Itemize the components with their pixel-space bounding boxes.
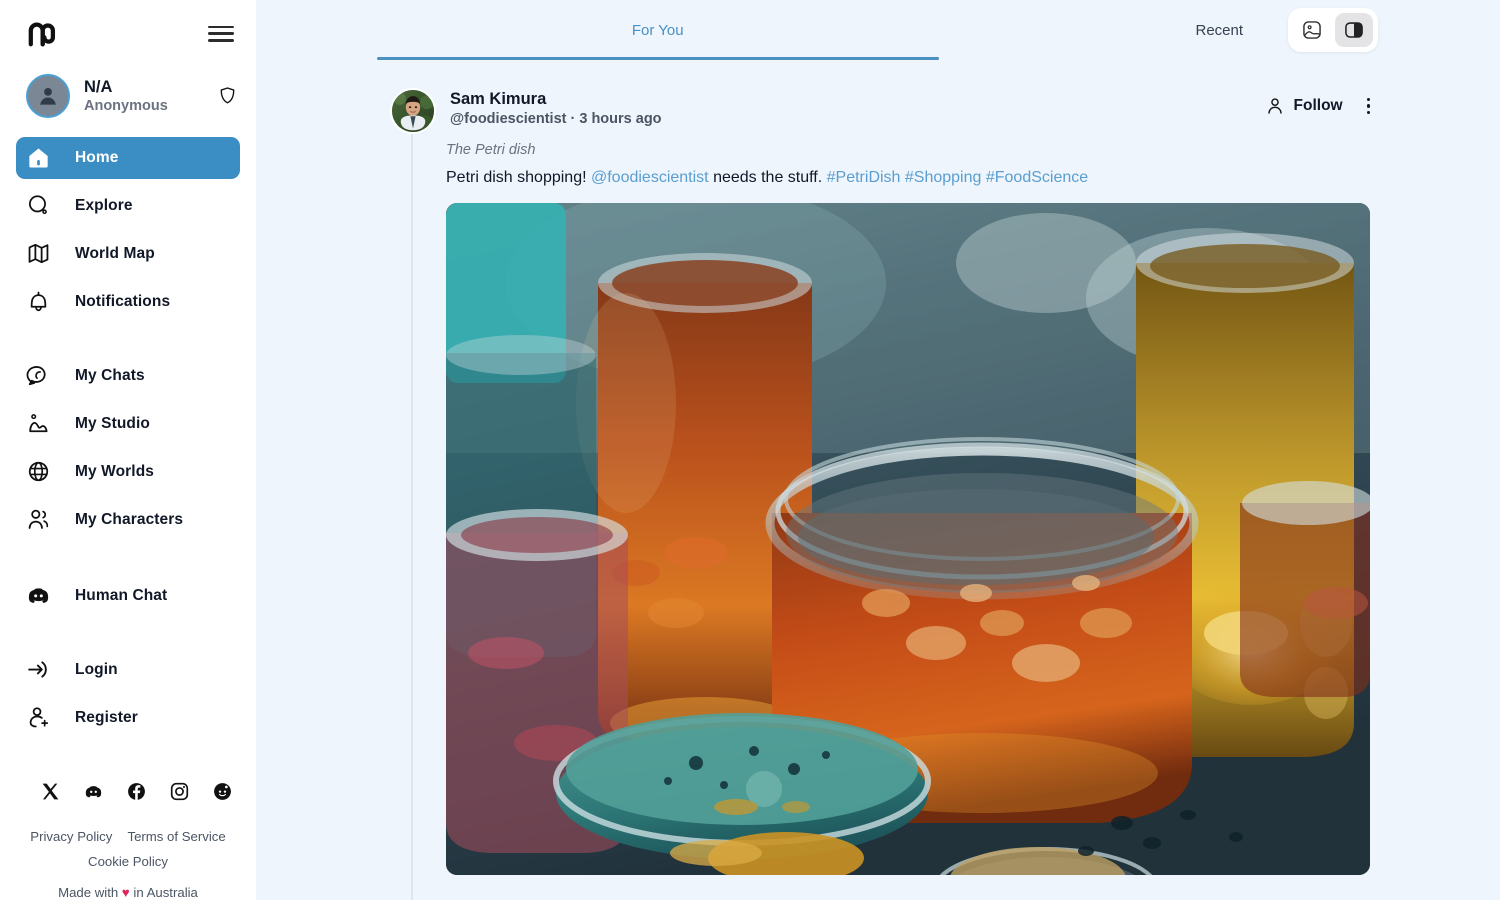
image-studio-icon xyxy=(29,414,48,433)
made-with-suffix: in Australia xyxy=(129,884,198,900)
post-card: Sam Kimura @foodiescientist · 3 hours ag… xyxy=(390,60,1500,876)
home-icon xyxy=(29,148,48,168)
post-mention[interactable]: @foodiescientist xyxy=(591,169,709,186)
post-image[interactable] xyxy=(446,203,1370,876)
terms-of-service-link[interactable]: Terms of Service xyxy=(127,829,225,844)
post-text: Petri dish shopping! @foodiescientist ne… xyxy=(446,166,1370,189)
profile-text: N/A Anonymous xyxy=(84,77,205,116)
sidebar-item-home[interactable]: Home xyxy=(16,136,240,179)
sidebar-item-label: My Characters xyxy=(75,510,184,528)
image-view-icon xyxy=(1303,21,1321,39)
reddit-icon[interactable] xyxy=(212,781,233,802)
sidebar-item-label: Login xyxy=(75,660,118,678)
sidebar-item-label: Notifications xyxy=(75,292,171,310)
discord-icon xyxy=(28,588,49,604)
main-content: For You Recent Sam Kimura @foodiescienti… xyxy=(256,0,1500,900)
social-links xyxy=(0,773,256,810)
author-avatar[interactable] xyxy=(390,88,436,134)
follow-label: Follow xyxy=(1293,97,1343,115)
cookie-policy-link[interactable]: Cookie Policy xyxy=(88,854,168,869)
image-view-button[interactable] xyxy=(1293,13,1331,47)
meta-separator: · xyxy=(566,111,580,128)
bell-icon xyxy=(30,291,47,312)
sidebar-item-label: My Worlds xyxy=(75,462,154,480)
post-timestamp: 3 hours ago xyxy=(579,111,662,128)
sidebar-item-notifications[interactable]: Notifications xyxy=(16,281,240,323)
nav-divider-gap xyxy=(16,623,240,649)
post-text-before: Petri dish shopping! xyxy=(446,169,591,186)
discord-icon[interactable] xyxy=(83,781,104,802)
post-header: Sam Kimura @foodiescientist · 3 hours ag… xyxy=(390,88,1500,134)
login-arrow-icon xyxy=(28,661,47,678)
tab-label: Recent xyxy=(1195,21,1244,39)
post-author-block: Sam Kimura @foodiescientist · 3 hours ag… xyxy=(450,88,1265,130)
privacy-policy-link[interactable]: Privacy Policy xyxy=(30,829,112,844)
panel-view-button[interactable] xyxy=(1335,13,1373,47)
tab-label: For You xyxy=(631,21,684,39)
sidebar-item-world-map[interactable]: World Map xyxy=(16,233,240,275)
chat-bubble-icon xyxy=(26,366,46,386)
sidebar-item-label: Register xyxy=(75,708,138,726)
user-profile[interactable]: N/A Anonymous xyxy=(0,67,256,125)
sidebar-item-label: My Chats xyxy=(75,366,145,384)
profile-subtitle: Anonymous xyxy=(84,98,168,115)
facebook-icon[interactable] xyxy=(126,781,147,802)
post-author-name[interactable]: Sam Kimura xyxy=(450,88,1265,110)
sidebar-item-label: Home xyxy=(75,148,119,166)
sidebar: N/A Anonymous Home Explore World Map Not… xyxy=(0,0,256,900)
sidebar-item-label: Human Chat xyxy=(75,586,168,604)
sidebar-item-my-studio[interactable]: My Studio xyxy=(16,403,240,445)
search-icon xyxy=(28,195,47,215)
profile-name: N/A xyxy=(84,77,113,96)
nav-divider-gap xyxy=(16,329,240,355)
person-avatar-icon xyxy=(40,87,56,105)
made-with-prefix: Made with xyxy=(58,884,122,900)
view-mode-toggle xyxy=(1288,8,1378,52)
nav-divider-gap xyxy=(16,547,240,575)
x-twitter-icon[interactable] xyxy=(40,781,61,802)
app-logo[interactable] xyxy=(24,17,58,51)
instagram-icon[interactable] xyxy=(169,781,190,802)
users-icon xyxy=(28,510,49,530)
post-actions: Follow xyxy=(1265,94,1376,118)
post-title: The Petri dish xyxy=(446,142,536,158)
tab-recent[interactable]: Recent xyxy=(939,0,1500,60)
sidebar-item-my-characters[interactable]: My Characters xyxy=(16,499,240,541)
sidebar-item-my-chats[interactable]: My Chats xyxy=(16,355,240,397)
petri-dishes-and-jars-photo xyxy=(446,203,1370,876)
topbar: For You Recent xyxy=(256,0,1500,60)
sidebar-item-label: World Map xyxy=(75,244,155,262)
follow-button[interactable]: Follow xyxy=(1265,96,1343,116)
sidebar-item-human-chat[interactable]: Human Chat xyxy=(16,575,240,617)
sidebar-item-login[interactable]: Login xyxy=(16,649,240,691)
feed: Sam Kimura @foodiescientist · 3 hours ag… xyxy=(256,60,1500,900)
panel-view-icon xyxy=(1345,22,1363,38)
sidebar-item-label: My Studio xyxy=(75,414,150,432)
footer-links: Privacy Policy Terms of Service Cookie P… xyxy=(0,810,256,874)
heart-icon: ♥ xyxy=(121,884,130,900)
kebab-menu-icon[interactable] xyxy=(1361,94,1376,118)
sidebar-header xyxy=(0,0,256,67)
post-text-middle: needs the stuff. xyxy=(708,169,827,186)
hamburger-icon[interactable] xyxy=(208,24,234,44)
made-with-text: Made with ♥ in Australia xyxy=(0,874,256,900)
sidebar-item-label: Explore xyxy=(75,196,133,214)
shield-icon[interactable] xyxy=(219,86,236,105)
globe-icon xyxy=(28,462,49,482)
sidebar-item-register[interactable]: Register xyxy=(16,697,240,739)
post-author-handle[interactable]: @foodiescientist xyxy=(450,111,566,127)
author-avatar-photo xyxy=(392,90,434,132)
sidebar-item-my-worlds[interactable]: My Worlds xyxy=(16,451,240,493)
avatar xyxy=(26,73,70,118)
user-plus-icon xyxy=(29,707,49,728)
tab-for-you[interactable]: For You xyxy=(377,0,939,60)
post-body: The Petri dish Petri dish shopping! @foo… xyxy=(411,142,1500,189)
post-hashtags[interactable]: #PetriDish #Shopping #FoodScience xyxy=(827,169,1089,186)
map-icon xyxy=(28,244,49,264)
person-icon xyxy=(1267,98,1282,114)
sidebar-nav: Home Explore World Map Notifications My … xyxy=(0,125,256,745)
app-root: N/A Anonymous Home Explore World Map Not… xyxy=(0,0,1500,900)
sidebar-item-explore[interactable]: Explore xyxy=(16,185,240,227)
post-meta: @foodiescientist · 3 hours ago xyxy=(450,110,1265,130)
